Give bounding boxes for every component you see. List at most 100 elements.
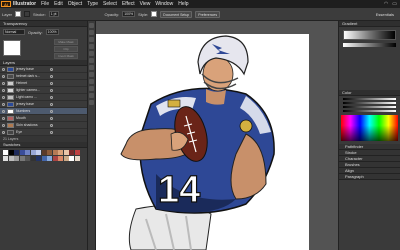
visibility-eye-icon[interactable] — [2, 109, 5, 113]
visibility-eye-icon[interactable] — [2, 102, 5, 106]
rotate-tool-icon[interactable] — [89, 65, 94, 70]
eyedropper-tool-icon[interactable] — [89, 86, 94, 91]
visibility-eye-icon[interactable] — [2, 123, 5, 127]
color-spectrum[interactable] — [341, 115, 398, 141]
swatch[interactable] — [47, 150, 52, 155]
menu-window[interactable]: Window — [155, 1, 173, 7]
layer-target-icon[interactable] — [50, 81, 53, 85]
menu-select[interactable]: Select — [103, 1, 117, 7]
layer-target-icon[interactable] — [50, 109, 53, 113]
layer-row[interactable]: Mouth — [0, 115, 87, 122]
menu-file[interactable]: File — [41, 1, 49, 7]
graphic-style-swatch[interactable] — [151, 11, 158, 17]
layer-target-icon[interactable] — [50, 88, 53, 92]
swatch[interactable] — [36, 150, 41, 155]
swatch[interactable] — [74, 155, 80, 161]
color-slider-1[interactable] — [343, 98, 396, 100]
visibility-eye-icon[interactable] — [2, 74, 5, 78]
hand-tool-icon[interactable] — [89, 93, 94, 98]
menu-illustrator[interactable]: Illustrator — [13, 1, 36, 7]
stroke-swatch[interactable] — [24, 11, 31, 17]
swatch[interactable] — [36, 155, 41, 161]
scale-tool-icon[interactable] — [89, 72, 94, 77]
football-player-illustration[interactable]: 14 — [96, 34, 309, 250]
menu-edit[interactable]: Edit — [54, 1, 63, 7]
layer-target-icon[interactable] — [50, 74, 53, 78]
direct-selection-tool-icon[interactable] — [89, 30, 94, 35]
artboard[interactable]: 14 — [96, 34, 309, 250]
swatch[interactable] — [52, 150, 58, 155]
swatch[interactable] — [3, 155, 8, 161]
swatch[interactable] — [8, 155, 14, 161]
swatch[interactable] — [69, 155, 74, 161]
swatch[interactable] — [63, 150, 69, 155]
menu-help[interactable]: Help — [178, 1, 188, 7]
menu-view[interactable]: View — [140, 1, 151, 7]
swatch[interactable] — [19, 155, 25, 161]
clip-checkbox[interactable]: Clip — [54, 46, 78, 52]
make-mask-button[interactable]: Make Mask — [54, 39, 78, 45]
visibility-eye-icon[interactable] — [2, 116, 5, 120]
battery-icon[interactable]: ▭ — [392, 1, 397, 7]
menu-effect[interactable]: Effect — [122, 1, 135, 7]
fill-swatch[interactable] — [15, 11, 22, 17]
layer-row[interactable]: Eye — [0, 129, 87, 136]
stroke-weight-field[interactable]: 1 pt — [48, 11, 59, 17]
layer-row[interactable]: lighter cameo... — [0, 87, 87, 94]
layer-target-icon[interactable] — [50, 95, 53, 99]
layer-row[interactable]: Skin shadows — [0, 122, 87, 129]
layer-row[interactable]: Helmet — [0, 80, 87, 87]
color-slider-3[interactable] — [343, 106, 396, 108]
swatch[interactable] — [47, 155, 52, 161]
wifi-icon[interactable]: ◠ — [384, 1, 388, 7]
zoom-tool-icon[interactable] — [89, 100, 94, 105]
layer-row[interactable]: helmet dark s... — [0, 73, 87, 80]
opacity-field[interactable]: 100% — [45, 29, 59, 35]
layer-row[interactable]: Light camo ... — [0, 94, 87, 101]
canvas-area[interactable]: 14 — [96, 21, 338, 250]
swatch[interactable] — [30, 150, 36, 155]
visibility-eye-icon[interactable] — [2, 95, 5, 99]
document-setup-button[interactable]: Document Setup — [160, 10, 193, 18]
swatch[interactable] — [58, 150, 63, 155]
swatch[interactable] — [74, 150, 80, 155]
gradient-tool-icon[interactable] — [89, 79, 94, 84]
swatch[interactable] — [41, 150, 47, 155]
layer-target-icon[interactable] — [50, 67, 53, 71]
type-tool-icon[interactable] — [89, 44, 94, 49]
menu-object[interactable]: Object — [68, 1, 82, 7]
shape-tool-icon[interactable] — [89, 51, 94, 56]
gradient-tab[interactable]: Gradient — [339, 21, 400, 27]
visibility-eye-icon[interactable] — [2, 130, 5, 134]
swatch[interactable] — [30, 155, 36, 161]
color-slider-4[interactable] — [343, 110, 396, 112]
swatch[interactable] — [3, 150, 8, 155]
brush-tool-icon[interactable] — [89, 58, 94, 63]
invert-mask-checkbox[interactable]: Invert Mask — [54, 53, 78, 59]
color-tab[interactable]: Color — [339, 90, 400, 96]
swatch[interactable] — [14, 150, 19, 155]
color-slider-2[interactable] — [343, 102, 396, 104]
selection-tool-icon[interactable] — [89, 23, 94, 28]
visibility-eye-icon[interactable] — [2, 81, 5, 85]
layer-row[interactable]: jersey base — [0, 101, 87, 108]
layer-target-icon[interactable] — [50, 123, 53, 127]
swatch[interactable] — [25, 155, 30, 161]
swatch[interactable] — [19, 150, 25, 155]
opacity-field[interactable]: 100% — [122, 11, 136, 17]
swatch[interactable] — [25, 150, 30, 155]
pen-tool-icon[interactable] — [89, 37, 94, 42]
layer-target-icon[interactable] — [50, 102, 53, 106]
swatch[interactable] — [69, 150, 74, 155]
swatch[interactable] — [63, 155, 69, 161]
swatch[interactable] — [8, 150, 14, 155]
swatch[interactable] — [52, 155, 58, 161]
layer-row[interactable]: jersey base — [0, 66, 87, 73]
layer-target-icon[interactable] — [50, 130, 53, 134]
gradient-slider[interactable] — [343, 43, 396, 47]
paragraph-tab[interactable]: Paragraph — [339, 174, 400, 180]
layer-row[interactable]: Numbers — [0, 108, 87, 115]
visibility-eye-icon[interactable] — [2, 88, 5, 92]
workspace-switcher[interactable]: Essentials — [376, 12, 394, 17]
blend-mode-select[interactable]: Normal — [3, 29, 25, 35]
